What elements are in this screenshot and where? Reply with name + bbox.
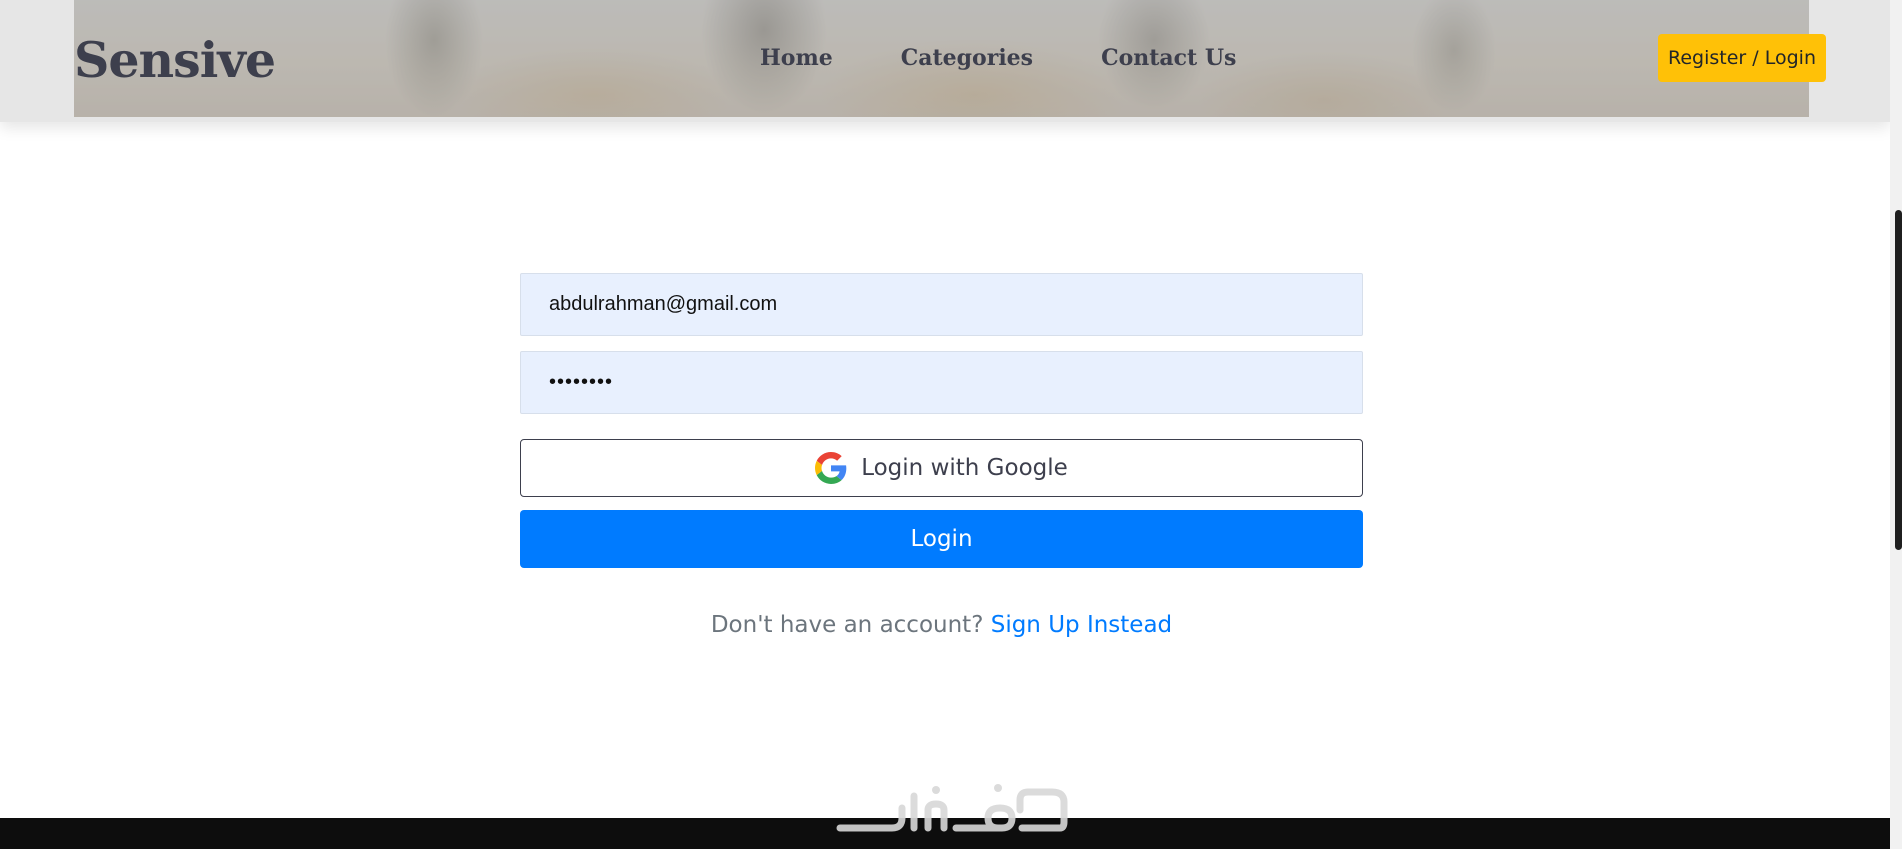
email-field[interactable]: abdulrahman@gmail.com — [520, 273, 1363, 336]
watermark-logo — [836, 784, 1068, 832]
password-field[interactable]: •••••••• — [520, 351, 1363, 414]
signup-prompt-line: Don't have an account? Sign Up Instead — [520, 609, 1363, 641]
main-nav: Home Categories Contact Us — [760, 42, 1236, 74]
register-login-button[interactable]: Register / Login — [1658, 34, 1826, 82]
scrollbar-thumb[interactable] — [1895, 210, 1902, 550]
sign-up-link[interactable]: Sign Up Instead — [991, 612, 1172, 638]
login-with-google-button[interactable]: Login with Google — [520, 439, 1363, 497]
nav-link-home[interactable]: Home — [760, 42, 833, 74]
site-header: Sensive Home Categories Contact Us Regis… — [0, 0, 1890, 122]
google-logo-icon — [815, 452, 847, 484]
signup-prompt-text: Don't have an account? — [710, 612, 984, 638]
site-logo[interactable]: Sensive — [74, 28, 276, 92]
nav-link-contact-us[interactable]: Contact Us — [1101, 42, 1236, 74]
nav-link-categories[interactable]: Categories — [901, 42, 1033, 74]
google-button-label: Login with Google — [861, 455, 1068, 481]
login-button[interactable]: Login — [520, 510, 1363, 568]
